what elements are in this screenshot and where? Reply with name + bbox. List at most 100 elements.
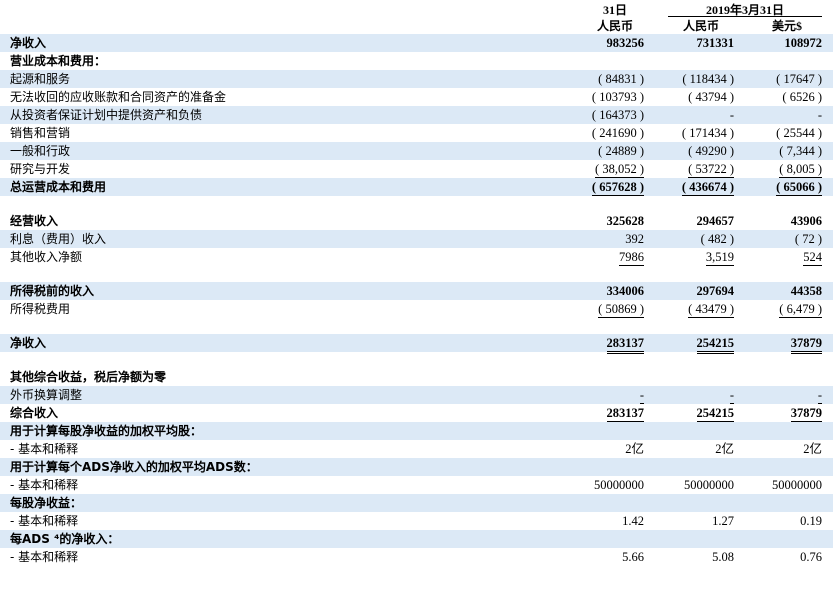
- value-text: ( 49290 ): [688, 144, 734, 158]
- table-row: - 基本和稀释 1.42 1.27 0.19: [0, 512, 833, 530]
- value-cell: 283137: [586, 404, 644, 424]
- table-row: 所得税前的收入 334006 297694 44358: [0, 282, 833, 300]
- value-text: 3,519: [705, 250, 734, 266]
- value-cell: ( 84831 ): [586, 70, 644, 88]
- row-label: 起源和服务: [10, 72, 71, 86]
- value-cell: ( 164373 ): [586, 106, 644, 124]
- value-text: ( 43794 ): [688, 90, 734, 104]
- row-label: 利息（费用）收入: [10, 232, 107, 246]
- value-cell: ( 72 ): [752, 230, 822, 248]
- value-text: 294657: [696, 214, 735, 228]
- value-cell: [668, 530, 734, 548]
- value-cell: ( 241690 ): [586, 124, 644, 142]
- row-label: 研究与开发: [10, 162, 71, 176]
- table-row: 总运营成本和费用 ( 657628 ) ( 436674 ) ( 65066 ): [0, 178, 833, 196]
- value-text: 50000000: [772, 478, 822, 492]
- value-text: ( 6526 ): [782, 90, 822, 104]
- table-row: 销售和营销 ( 241690 ) ( 171434 ) ( 25544 ): [0, 124, 833, 142]
- value-text: ( 482 ): [700, 232, 734, 246]
- row-label: 所得税费用: [10, 302, 71, 316]
- table-header: 31日 2019年3月31日 人民币 人民币 美元$: [0, 0, 833, 35]
- value-cell: [752, 52, 822, 70]
- table-row: 经营收入 325628 294657 43906: [0, 212, 833, 230]
- value-cell: 50000000: [668, 476, 734, 494]
- value-cell: ( 65066 ): [752, 178, 822, 196]
- value-cell: [752, 368, 822, 386]
- row-label: - 基本和稀释: [10, 514, 79, 528]
- value-cell: ( 436674 ): [668, 178, 734, 196]
- row-label: 综合收入: [10, 406, 59, 420]
- table-row: 从投资者保证计划中提供资产和负债 ( 164373 ) - -: [0, 106, 833, 124]
- value-text: 7986: [619, 250, 644, 266]
- value-text: -: [729, 388, 734, 404]
- value-text: 524: [803, 250, 822, 266]
- value-text: 325628: [606, 214, 645, 228]
- value-cell: 294657: [668, 212, 735, 230]
- value-cell: [586, 52, 644, 70]
- value-cell: 37879: [752, 334, 822, 354]
- table-row: 营业成本和费用：: [0, 52, 833, 70]
- value-cell: 7986: [586, 248, 644, 266]
- value-text: 50000000: [594, 478, 644, 492]
- value-text: 43906: [790, 214, 822, 228]
- value-text: ( 50869 ): [598, 302, 644, 318]
- value-cell: -: [668, 386, 734, 404]
- value-text: ( 6,479 ): [779, 302, 822, 318]
- value-cell: 392: [586, 230, 644, 248]
- value-text: -: [729, 108, 734, 122]
- value-cell: [752, 458, 822, 476]
- column-group-header-1: 31日: [602, 3, 627, 17]
- table-row: - 基本和稀释 5.66 5.08 0.76: [0, 548, 833, 566]
- table-row: - 基本和稀释 50000000 50000000 50000000: [0, 476, 833, 494]
- value-cell: ( 43479 ): [668, 300, 734, 318]
- value-text: ( 84831 ): [598, 72, 644, 86]
- row-label: 营业成本和费用：: [10, 54, 107, 68]
- value-text: ( 164373 ): [591, 108, 644, 122]
- value-cell: 44358: [752, 282, 822, 300]
- table-row: 一般和行政 ( 24889 ) ( 49290 ) ( 7,344 ): [0, 142, 833, 160]
- table-row: 其他综合收益，税后净额为零: [0, 368, 833, 386]
- value-cell: 5.08: [668, 548, 734, 566]
- row-label: 从投资者保证计划中提供资产和负债: [10, 108, 203, 122]
- row-label: 净收入: [10, 36, 47, 50]
- value-cell: [668, 368, 734, 386]
- table-row: 研究与开发 ( 38,052 ) ( 53722 ) ( 8,005 ): [0, 160, 833, 178]
- value-text: ( 17647 ): [776, 72, 822, 86]
- value-text: 392: [625, 232, 644, 246]
- value-text: ( 38,052 ): [595, 162, 644, 178]
- value-cell: ( 17647 ): [752, 70, 822, 88]
- spacer-row: [0, 266, 833, 282]
- table-row: 其他收入净额 7986 3,519 524: [0, 248, 833, 266]
- value-text: ( 241690 ): [591, 126, 644, 140]
- row-label: 用于计算每股净收益的加权平均股：: [10, 424, 203, 438]
- value-cell: [668, 422, 734, 440]
- value-cell: [586, 494, 644, 512]
- value-cell: 0.76: [752, 548, 822, 566]
- value-text: ( 8,005 ): [779, 162, 822, 178]
- value-text: 50000000: [684, 478, 734, 492]
- row-label: 总运营成本和费用: [10, 180, 107, 194]
- value-cell: -: [752, 106, 822, 124]
- value-cell: 297694: [668, 282, 735, 300]
- row-label: - 基本和稀释: [10, 442, 79, 456]
- value-cell: ( 7,344 ): [752, 142, 822, 160]
- row-label: 一般和行政: [10, 144, 71, 158]
- value-text: 0.76: [800, 550, 822, 564]
- value-text: 2亿: [715, 442, 734, 456]
- row-label: 销售和营销: [10, 126, 71, 140]
- value-text: -: [817, 388, 822, 404]
- value-text: 731331: [696, 36, 735, 50]
- table-row: 所得税费用 ( 50869 ) ( 43479 ) ( 6,479 ): [0, 300, 833, 318]
- value-text: ( 25544 ): [776, 126, 822, 140]
- value-cell: [668, 494, 734, 512]
- value-cell: ( 8,005 ): [752, 160, 822, 178]
- value-cell: ( 171434 ): [668, 124, 734, 142]
- value-cell: 254215: [668, 334, 734, 354]
- value-cell: 983256: [586, 34, 645, 52]
- row-label: 其他综合收益，税后净额为零: [10, 370, 167, 384]
- table-row: 起源和服务 ( 84831 ) ( 118434 ) ( 17647 ): [0, 70, 833, 88]
- value-text: ( 72 ): [794, 232, 822, 246]
- row-label: - 基本和稀释: [10, 550, 79, 564]
- value-text: ( 436674 ): [681, 180, 734, 196]
- value-cell: [586, 530, 644, 548]
